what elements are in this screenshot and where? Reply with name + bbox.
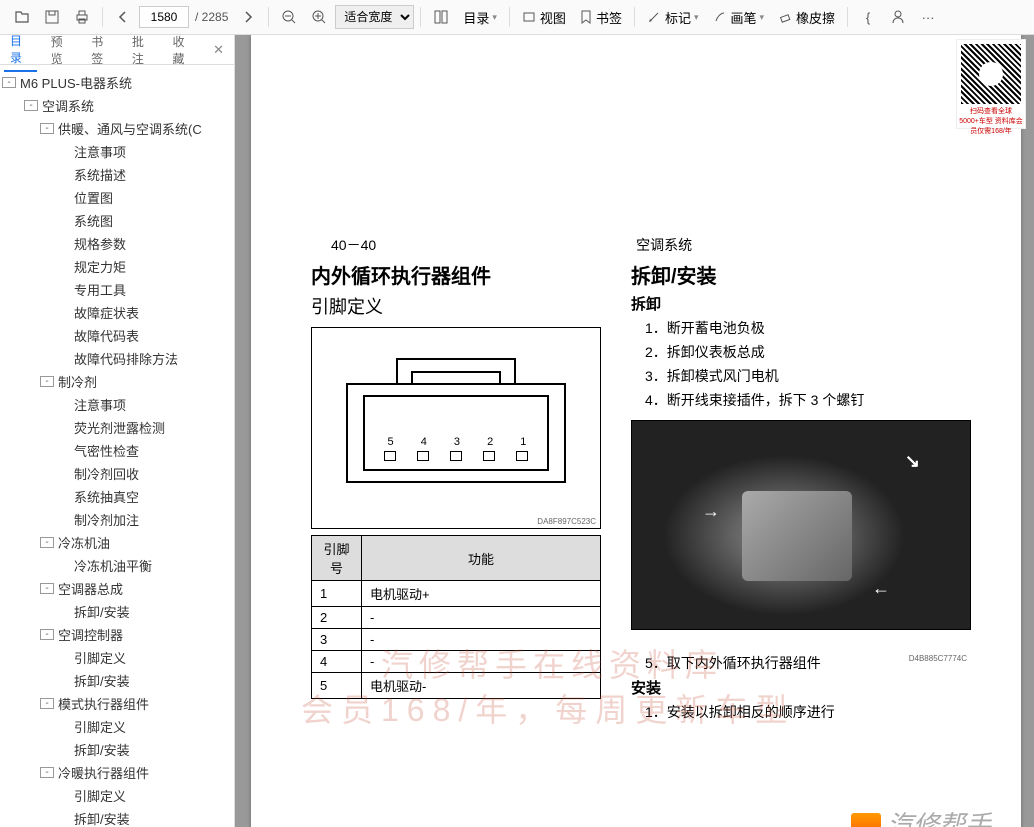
tree-item[interactable]: 规格参数 [2,232,232,255]
collapse-icon[interactable]: - [2,77,16,88]
remove-heading: 拆卸 [631,293,991,314]
qr-code: 扫码查看全球5000+车型 资料库会员仅需168/年 [956,39,1026,129]
tree-item[interactable]: 引脚定义 [2,784,232,807]
table-row: 4- [312,651,601,673]
step-item: 3．拆卸模式风门电机 [645,366,991,386]
zoom-select[interactable]: 适合宽度 [335,5,414,29]
tree-item[interactable]: 注意事项 [2,140,232,163]
next-page-icon[interactable] [234,3,262,31]
page-number-input[interactable] [139,6,189,28]
view-button[interactable]: 视图 [516,3,572,31]
tree-item[interactable]: 故障症状表 [2,301,232,324]
tree-item[interactable]: 气密性检查 [2,439,232,462]
pin-table: 引脚号功能 1电机驱动+2-3-4-5电机驱动- [311,535,601,699]
page-header: 40－40 空调系统 [331,235,981,255]
tree-item[interactable]: 注意事项 [2,393,232,416]
collapse-icon[interactable]: - [40,537,54,548]
tree-item[interactable]: 故障代码排除方法 [2,347,232,370]
outline-tree: - M6 PLUS-电器系统 -空调系统-供暖、通风与空调系统(C注意事项系统描… [0,65,234,827]
tree-item[interactable]: -空调器总成 [2,577,232,600]
collapse-icon[interactable]: - [40,376,54,387]
save-icon[interactable] [38,3,66,31]
page-total: / 2285 [195,10,228,24]
table-row: 3- [312,629,601,651]
tree-item[interactable]: 系统描述 [2,163,232,186]
print-icon[interactable] [68,3,96,31]
collapse-icon[interactable]: - [40,698,54,709]
sidebar: 目录 预览 书签 批注 收藏 ✕ - M6 PLUS-电器系统 -空调系统-供暖… [0,35,235,827]
install-heading: 安装 [631,677,991,698]
step-item: 2．拆卸仪表板总成 [645,342,991,362]
tree-item[interactable]: -冷冻机油 [2,531,232,554]
layout-icon[interactable] [427,3,455,31]
eraser-button[interactable]: 橡皮擦 [772,3,841,31]
collapse-icon[interactable]: - [40,583,54,594]
table-row: 1电机驱动+ [312,581,601,607]
tool1-icon[interactable]: { [854,3,882,31]
tree-item[interactable]: 位置图 [2,186,232,209]
tree-item[interactable]: 拆卸/安装 [2,669,232,692]
prev-page-icon[interactable] [109,3,137,31]
brush-button[interactable]: 画笔▾ [707,3,771,31]
collapse-icon[interactable]: - [40,123,54,134]
tree-item[interactable]: -冷暖执行器组件 [2,761,232,784]
page-section-title: 空调系统 [636,235,692,255]
collapse-icon[interactable]: - [40,629,54,640]
tree-item[interactable]: 制冷剂回收 [2,462,232,485]
left-column: 内外循环执行器组件 引脚定义 54321 DA8F8 [291,260,601,726]
collapse-icon[interactable]: - [24,100,38,111]
tree-item[interactable]: -空调系统 [2,94,232,117]
tree-item[interactable]: -供暖、通风与空调系统(C [2,117,232,140]
right-column: 拆卸/安装 拆卸 1．断开蓄电池负极 2．拆卸仪表板总成 3．拆卸模式风门电机 4．断… [631,260,991,726]
tree-item[interactable]: 系统抽真空 [2,485,232,508]
pin-def-title: 引脚定义 [311,293,601,319]
tree-item[interactable]: -模式执行器组件 [2,692,232,715]
tree-item[interactable]: -制冷剂 [2,370,232,393]
tree-item[interactable]: 荧光剂泄露检测 [2,416,232,439]
document-viewport[interactable]: 40－40 空调系统 内外循环执行器组件 引脚定义 [235,35,1034,827]
remove-install-title: 拆卸/安装 [631,260,991,289]
table-row: 2- [312,607,601,629]
tree-item[interactable]: 制冷剂加注 [2,508,232,531]
pdf-page: 40－40 空调系统 内外循环执行器组件 引脚定义 [251,35,1021,827]
page-section-number: 40－40 [331,235,376,255]
brand-logo: 汽修帮手 [851,805,991,827]
component-photo: ↘ → ← [631,420,971,630]
collapse-icon[interactable]: - [40,767,54,778]
zoom-out-icon[interactable] [275,3,303,31]
tree-item[interactable]: 拆卸/安装 [2,738,232,761]
step-item: 1．断开蓄电池负极 [645,318,991,338]
zoom-in-icon[interactable] [305,3,333,31]
tree-item[interactable]: 拆卸/安装 [2,600,232,623]
tree-item[interactable]: -空调控制器 [2,623,232,646]
bookmark-button[interactable]: 书签 [574,3,628,31]
tree-item[interactable]: 冷冻机油平衡 [2,554,232,577]
step-item: 4．断开线束接插件，拆下 3 个螺钉 [645,390,991,410]
user-icon[interactable] [884,3,912,31]
tree-item[interactable]: 拆卸/安装 [2,807,232,827]
table-row: 5电机驱动- [312,673,601,699]
tree-item[interactable]: 系统图 [2,209,232,232]
tree-item[interactable]: 专用工具 [2,278,232,301]
logo-icon [851,813,881,827]
outline-button[interactable]: 目录▾ [457,3,503,31]
sidebar-close-icon[interactable]: ✕ [207,42,230,58]
step-item: 1．安装以拆卸相反的顺序进行 [645,702,991,722]
connector-diagram: 54321 DA8F897C523C [311,327,601,529]
tree-item[interactable]: 引脚定义 [2,646,232,669]
main: 目录 预览 书签 批注 收藏 ✕ - M6 PLUS-电器系统 -空调系统-供暖… [0,35,1034,827]
annotate-button[interactable]: 标记▾ [641,3,705,31]
tree-item[interactable]: 引脚定义 [2,715,232,738]
tree-item[interactable]: 故障代码表 [2,324,232,347]
sidebar-tabs: 目录 预览 书签 批注 收藏 ✕ [0,35,234,65]
diagram-code: DA8F897C523C [537,517,596,526]
photo-code: D4B885C7774C [627,654,967,663]
tree-root[interactable]: - M6 PLUS-电器系统 [2,71,232,94]
more-icon[interactable]: ··· [914,3,942,31]
component-title: 内外循环执行器组件 [311,260,601,289]
tree-item[interactable]: 规定力矩 [2,255,232,278]
